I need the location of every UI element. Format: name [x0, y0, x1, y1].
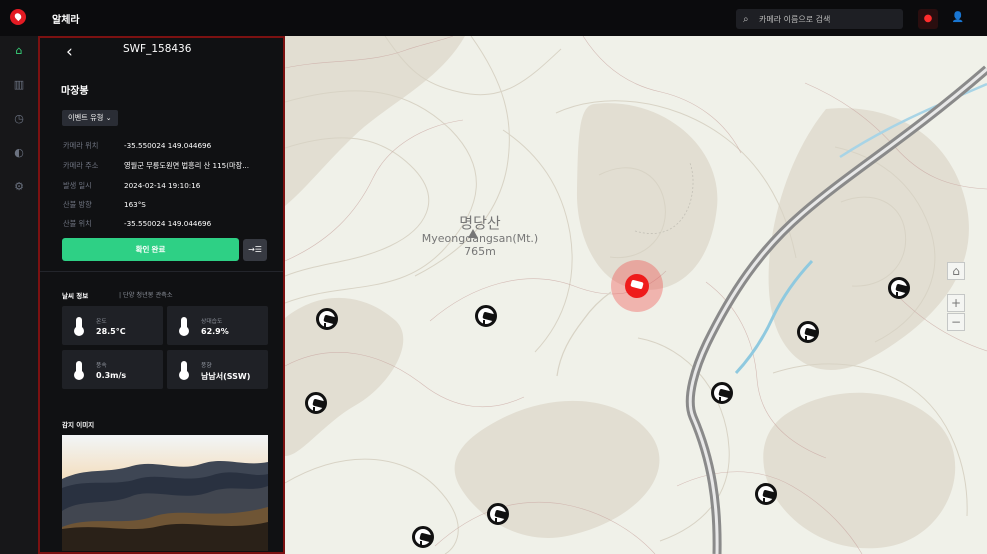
detail-label: 카메라 위치: [63, 141, 99, 150]
detection-image-title: 감지 이미지: [62, 421, 95, 429]
detail-label: 발생 일시: [63, 181, 92, 190]
detail-value: -35.550024 149.044696: [124, 141, 212, 150]
camera-icon[interactable]: ◐: [11, 145, 27, 161]
humidity-card: 상대습도 62.9%: [167, 306, 268, 345]
weather-value: 0.3m/s: [96, 371, 127, 380]
camera-marker[interactable]: [711, 382, 733, 404]
detail-value: 영월군 무릉도원면 법흥리 산 115(마장...: [124, 161, 250, 170]
zoom-out-button[interactable]: −: [947, 313, 965, 331]
camera-marker[interactable]: [755, 483, 777, 505]
wind-speed-card: 풍속 0.3m/s: [62, 350, 163, 389]
app-title: 알체라: [52, 15, 80, 26]
camera-marker[interactable]: [475, 305, 497, 327]
camera-marker[interactable]: [888, 277, 910, 299]
camera-marker[interactable]: [412, 526, 434, 548]
search-icon: ⌕: [743, 13, 749, 25]
settings-icon[interactable]: ⚙: [11, 179, 27, 195]
weather-label: 온도: [96, 319, 107, 325]
thermometer-icon: [179, 361, 189, 380]
weather-label: 풍향: [201, 363, 212, 369]
user-icon[interactable]: 👤: [950, 9, 966, 27]
temperature-card: 온도 28.5°C: [62, 306, 163, 345]
thermometer-icon: [74, 361, 84, 380]
weather-station: | 단양 청년봉 관측소: [119, 292, 173, 299]
weather-value: 남남서(SSW): [201, 372, 251, 381]
map-icon[interactable]: ▥: [11, 77, 27, 93]
history-icon[interactable]: ◷: [11, 111, 27, 127]
map-home-button[interactable]: ⌂: [947, 262, 965, 280]
app-logo[interactable]: [10, 9, 26, 25]
share-icon[interactable]: →☰: [243, 239, 267, 261]
weather-value: 28.5°C: [96, 327, 126, 336]
home-icon[interactable]: ⌂: [11, 43, 27, 59]
fire-alert-marker[interactable]: [611, 260, 663, 312]
camera-marker[interactable]: [305, 392, 327, 414]
thermometer-icon: [179, 317, 189, 336]
peak-korean-name: 명당산: [459, 214, 501, 232]
top-bar: 알체라 ⌕ ● 👤: [0, 0, 987, 36]
detection-image: [62, 435, 268, 551]
confirm-button[interactable]: 확인 완료: [62, 238, 239, 261]
weather-value: 62.9%: [201, 327, 229, 336]
event-type-dropdown[interactable]: 이벤트 유형 ⌄: [62, 110, 118, 126]
detail-value: -35.550024 149.044696: [124, 219, 212, 228]
detail-label: 카메라 주소: [63, 161, 99, 170]
bell-icon[interactable]: ●: [918, 9, 938, 29]
section-divider: [40, 271, 283, 272]
camera-marker[interactable]: [797, 321, 819, 343]
weather-label: 상대습도: [201, 319, 223, 325]
detail-value: 163°S: [124, 200, 146, 209]
left-navigation: ⌂ ▥ ◷ ◐ ⚙: [0, 36, 38, 554]
wind-direction-card: 풍향남남서(SSW): [167, 350, 268, 389]
search-input[interactable]: [757, 13, 901, 25]
camera-icon: [625, 274, 649, 298]
camera-marker[interactable]: [487, 503, 509, 525]
peak-height: 765m: [464, 245, 496, 258]
zoom-in-button[interactable]: +: [947, 294, 965, 312]
back-icon[interactable]: ‹: [66, 42, 73, 62]
camera-marker[interactable]: [316, 308, 338, 330]
camera-id: SWF_158436: [123, 43, 192, 55]
camera-search[interactable]: ⌕: [736, 9, 903, 29]
location-name: 마장봉: [61, 86, 89, 97]
detail-label: 산불 위치: [63, 219, 92, 228]
detail-value: 2024-02-14 19:10:16: [124, 181, 201, 190]
thermometer-icon: [74, 317, 84, 336]
detail-label: 산불 방향: [63, 200, 92, 209]
weather-label: 풍속: [96, 363, 107, 369]
event-detail-panel: ‹ SWF_158436 마장봉 이벤트 유형 ⌄ 카메라 위치 -35.5500…: [38, 36, 285, 554]
mountain-label: 명당산 Myeongdangsan(Mt.) 765m: [409, 214, 551, 258]
weather-title: 날씨 정보: [62, 292, 89, 300]
peak-english-name: Myeongdangsan(Mt.): [421, 232, 539, 245]
topographic-map[interactable]: 명당산 Myeongdangsan(Mt.) 765m ⌂ + −: [285, 36, 987, 554]
